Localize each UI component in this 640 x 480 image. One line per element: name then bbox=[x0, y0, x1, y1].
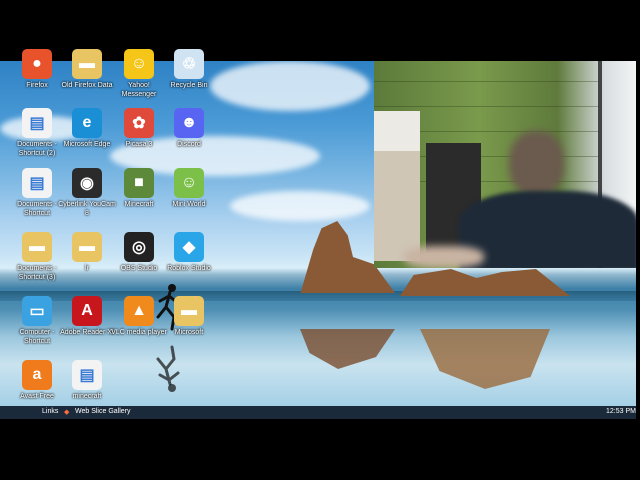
desktop-icon[interactable]: ☺ Mini World bbox=[160, 168, 218, 228]
vlc-icon: ▲ bbox=[124, 296, 154, 326]
desktop-icon[interactable]: ▬ Microsoft bbox=[160, 296, 218, 356]
picasa-icon: ✿ bbox=[124, 108, 154, 138]
web-slice-gallery-link[interactable]: Web Slice Gallery bbox=[75, 408, 131, 415]
webcam-overlay bbox=[374, 61, 636, 268]
desktop-icon-label: Microsoft bbox=[174, 329, 204, 336]
rock-reflection bbox=[420, 329, 550, 389]
desktop-icon-label: Adobe Reader XI bbox=[60, 329, 114, 336]
desktop-icon-label: Mini World bbox=[172, 201, 206, 208]
avast-icon: a bbox=[22, 360, 52, 390]
person-hand bbox=[404, 246, 484, 268]
rock-arch bbox=[400, 269, 570, 296]
folder-icon: ▬ bbox=[72, 49, 102, 79]
desktop-icon-label: Microsoft Edge bbox=[63, 141, 111, 148]
person-body bbox=[459, 191, 636, 268]
desktop-icon-label: lr bbox=[85, 265, 89, 272]
youcam-icon: ◉ bbox=[72, 168, 102, 198]
yahoo-messenger-icon: ☺ bbox=[124, 49, 154, 79]
cloud bbox=[230, 191, 370, 221]
folder-icon: ▬ bbox=[174, 296, 204, 326]
desktop-icon[interactable]: A Adobe Reader XI bbox=[58, 296, 116, 356]
person-head bbox=[509, 131, 564, 196]
desktop-icon-label: Discord bbox=[177, 141, 201, 148]
desktop-icon[interactable]: ▬ lr bbox=[58, 232, 116, 292]
document-icon: ▤ bbox=[22, 168, 52, 198]
recycle-bin-icon: ♲ bbox=[174, 49, 204, 79]
desktop-icon-label: Cyberlink YouCam 8 bbox=[58, 201, 116, 217]
desktop-icon[interactable]: e Microsoft Edge bbox=[58, 108, 116, 168]
roblox-studio-icon: ◆ bbox=[174, 232, 204, 262]
mini-world-icon: ☺ bbox=[174, 168, 204, 198]
desktop-icon-label: Old Firefox Data bbox=[61, 82, 113, 89]
desktop-icon[interactable]: ☻ Discord bbox=[160, 108, 218, 168]
computer-icon: ▭ bbox=[22, 296, 52, 326]
desktop-icon-label: Roblox Studio bbox=[167, 265, 211, 272]
adobe-reader-icon: A bbox=[72, 296, 102, 326]
taskbar: Links ◆ Web Slice Gallery 12:53 PM bbox=[0, 406, 636, 419]
cloud bbox=[210, 61, 370, 111]
desktop-icon-label: minecraft bbox=[72, 393, 102, 400]
document-icon: ▤ bbox=[72, 360, 102, 390]
desktop-icon-label: Recycle Bin bbox=[170, 82, 208, 89]
folder-icon: ▬ bbox=[22, 232, 52, 262]
web-slice-icon: ◆ bbox=[64, 409, 70, 416]
document-icon: ▤ bbox=[22, 108, 52, 138]
clock[interactable]: 12:53 PM bbox=[606, 408, 636, 415]
edge-icon: e bbox=[72, 108, 102, 138]
desktop-icon[interactable]: ♲ Recycle Bin bbox=[160, 49, 218, 109]
shelf-boxes-top bbox=[374, 111, 420, 151]
desktop-icon[interactable]: ◆ Roblox Studio bbox=[160, 232, 218, 292]
obs-icon: ◎ bbox=[124, 232, 154, 262]
firefox-icon: ● bbox=[22, 49, 52, 79]
minecraft-icon: ■ bbox=[124, 168, 154, 198]
folder-icon: ▬ bbox=[72, 232, 102, 262]
desktop-icon[interactable]: ◉ Cyberlink YouCam 8 bbox=[58, 168, 116, 228]
wall-plank bbox=[374, 81, 599, 82]
discord-icon: ☻ bbox=[174, 108, 204, 138]
links-toolbar[interactable]: Links bbox=[42, 408, 58, 415]
desktop-icon[interactable]: ▬ Old Firefox Data bbox=[58, 49, 116, 109]
rock-reflection bbox=[300, 329, 395, 369]
wall-plank bbox=[374, 106, 599, 107]
